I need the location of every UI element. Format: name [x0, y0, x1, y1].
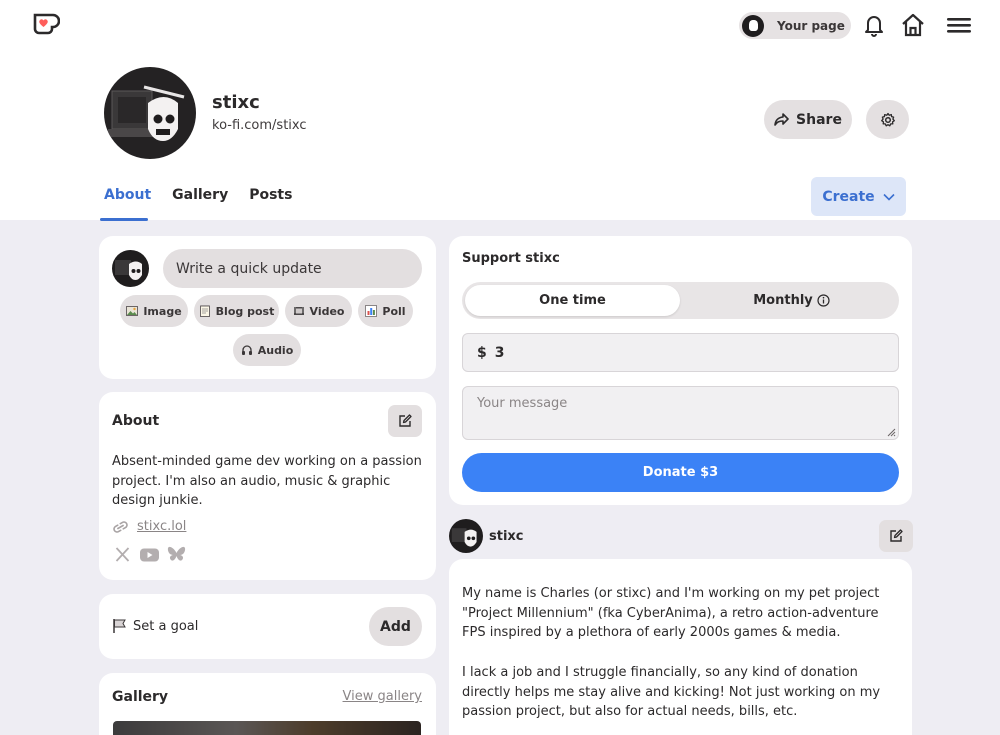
- monthly-option[interactable]: Monthly: [684, 285, 899, 316]
- post-paragraph: My name is Charles (or stixc) and I'm wo…: [462, 586, 880, 640]
- home-icon[interactable]: [900, 12, 926, 38]
- settings-button[interactable]: [866, 100, 909, 139]
- social-links: [113, 546, 186, 563]
- monthly-label: Monthly: [753, 293, 813, 308]
- avatar: [742, 14, 764, 37]
- about-card: About Absent-minded game dev working on …: [99, 392, 436, 580]
- frequency-toggle: One time Monthly: [462, 282, 899, 319]
- post-card: My name is Charles (or stixc) and I'm wo…: [449, 559, 912, 735]
- website-link[interactable]: stixc.lol: [112, 519, 186, 534]
- image-label: Image: [143, 304, 182, 318]
- post-poll-button[interactable]: Poll: [358, 295, 413, 327]
- bell-icon[interactable]: [863, 13, 885, 37]
- chevron-down-icon: [883, 193, 895, 201]
- poll-label: Poll: [382, 304, 406, 318]
- post-video-button[interactable]: Video: [285, 295, 352, 327]
- post-author-name[interactable]: stixc: [489, 529, 524, 544]
- profile-tabs: About Gallery Posts: [104, 187, 292, 203]
- bluesky-icon[interactable]: [167, 546, 186, 563]
- bar-chart-icon: [365, 305, 378, 317]
- your-page-button[interactable]: Your page: [739, 12, 851, 39]
- hamburger-menu-icon[interactable]: [946, 15, 972, 35]
- link-icon: [113, 520, 128, 533]
- currency-symbol: $: [477, 344, 487, 361]
- headphones-icon: [241, 345, 252, 355]
- avatar: [112, 250, 149, 287]
- message-input[interactable]: Your message: [462, 386, 899, 440]
- notepad-icon: [199, 305, 210, 317]
- film-icon: [293, 307, 304, 315]
- set-goal-text: Set a goal: [133, 618, 199, 634]
- message-placeholder: Your message: [477, 396, 568, 411]
- video-label: Video: [309, 304, 345, 318]
- amount-value: 3: [494, 344, 505, 361]
- about-description: Absent-minded game dev working on a pass…: [112, 454, 422, 508]
- edit-post-button[interactable]: [879, 520, 913, 552]
- add-goal-button[interactable]: Add: [369, 607, 422, 646]
- donation-amount-input[interactable]: $ 3: [462, 333, 899, 372]
- tab-about[interactable]: About: [104, 187, 151, 203]
- quick-update-input[interactable]: Write a quick update: [163, 249, 422, 288]
- edit-icon: [890, 529, 903, 542]
- create-button[interactable]: Create: [811, 177, 906, 216]
- view-gallery-link[interactable]: View gallery: [343, 689, 422, 704]
- support-card: Support stixc One time Monthly $ 3 Your …: [449, 236, 912, 505]
- image-icon: [126, 306, 139, 316]
- support-title: Support stixc: [462, 251, 560, 266]
- goal-card: Set a goal Add: [99, 594, 436, 659]
- website-link-text: stixc.lol: [137, 519, 187, 534]
- share-label: Share: [796, 111, 842, 128]
- post-blog-button[interactable]: Blog post: [194, 295, 279, 327]
- post-author-avatar[interactable]: [449, 519, 483, 553]
- quick-update-card: Write a quick update Image Blog post Vid…: [99, 236, 436, 379]
- edit-icon: [399, 414, 412, 427]
- create-label: Create: [822, 188, 875, 205]
- gear-icon: [880, 112, 895, 126]
- post-paragraph: I lack a job and I struggle financially,…: [462, 665, 881, 719]
- profile-name: stixc: [212, 92, 260, 113]
- gallery-thumbnail[interactable]: [113, 721, 421, 735]
- tab-gallery[interactable]: Gallery: [172, 187, 228, 203]
- x-icon[interactable]: [113, 546, 132, 563]
- audio-label: Audio: [257, 343, 294, 357]
- about-title: About: [112, 413, 160, 429]
- set-goal-label: Set a goal: [112, 618, 198, 634]
- edit-about-button[interactable]: [388, 405, 422, 437]
- donate-button[interactable]: Donate $3: [462, 453, 899, 492]
- gallery-title: Gallery: [112, 689, 169, 705]
- profile-avatar[interactable]: [104, 67, 196, 159]
- gallery-card: Gallery View gallery: [99, 673, 436, 735]
- info-icon[interactable]: [817, 294, 830, 307]
- resize-handle-icon[interactable]: [886, 427, 896, 437]
- profile-url: ko-fi.com/stixc: [212, 118, 307, 133]
- post-audio-button[interactable]: Audio: [233, 334, 301, 366]
- flag-icon: [113, 619, 126, 633]
- active-tab-indicator: [100, 218, 148, 221]
- tab-posts[interactable]: Posts: [249, 187, 292, 203]
- share-button[interactable]: Share: [764, 100, 852, 139]
- your-page-label: Your page: [777, 18, 845, 33]
- post-image-button[interactable]: Image: [120, 295, 188, 327]
- share-icon: [774, 113, 789, 126]
- one-time-option[interactable]: One time: [465, 285, 680, 316]
- youtube-icon[interactable]: [140, 546, 159, 563]
- blog-post-label: Blog post: [215, 304, 275, 318]
- kofi-logo-icon[interactable]: [32, 12, 60, 36]
